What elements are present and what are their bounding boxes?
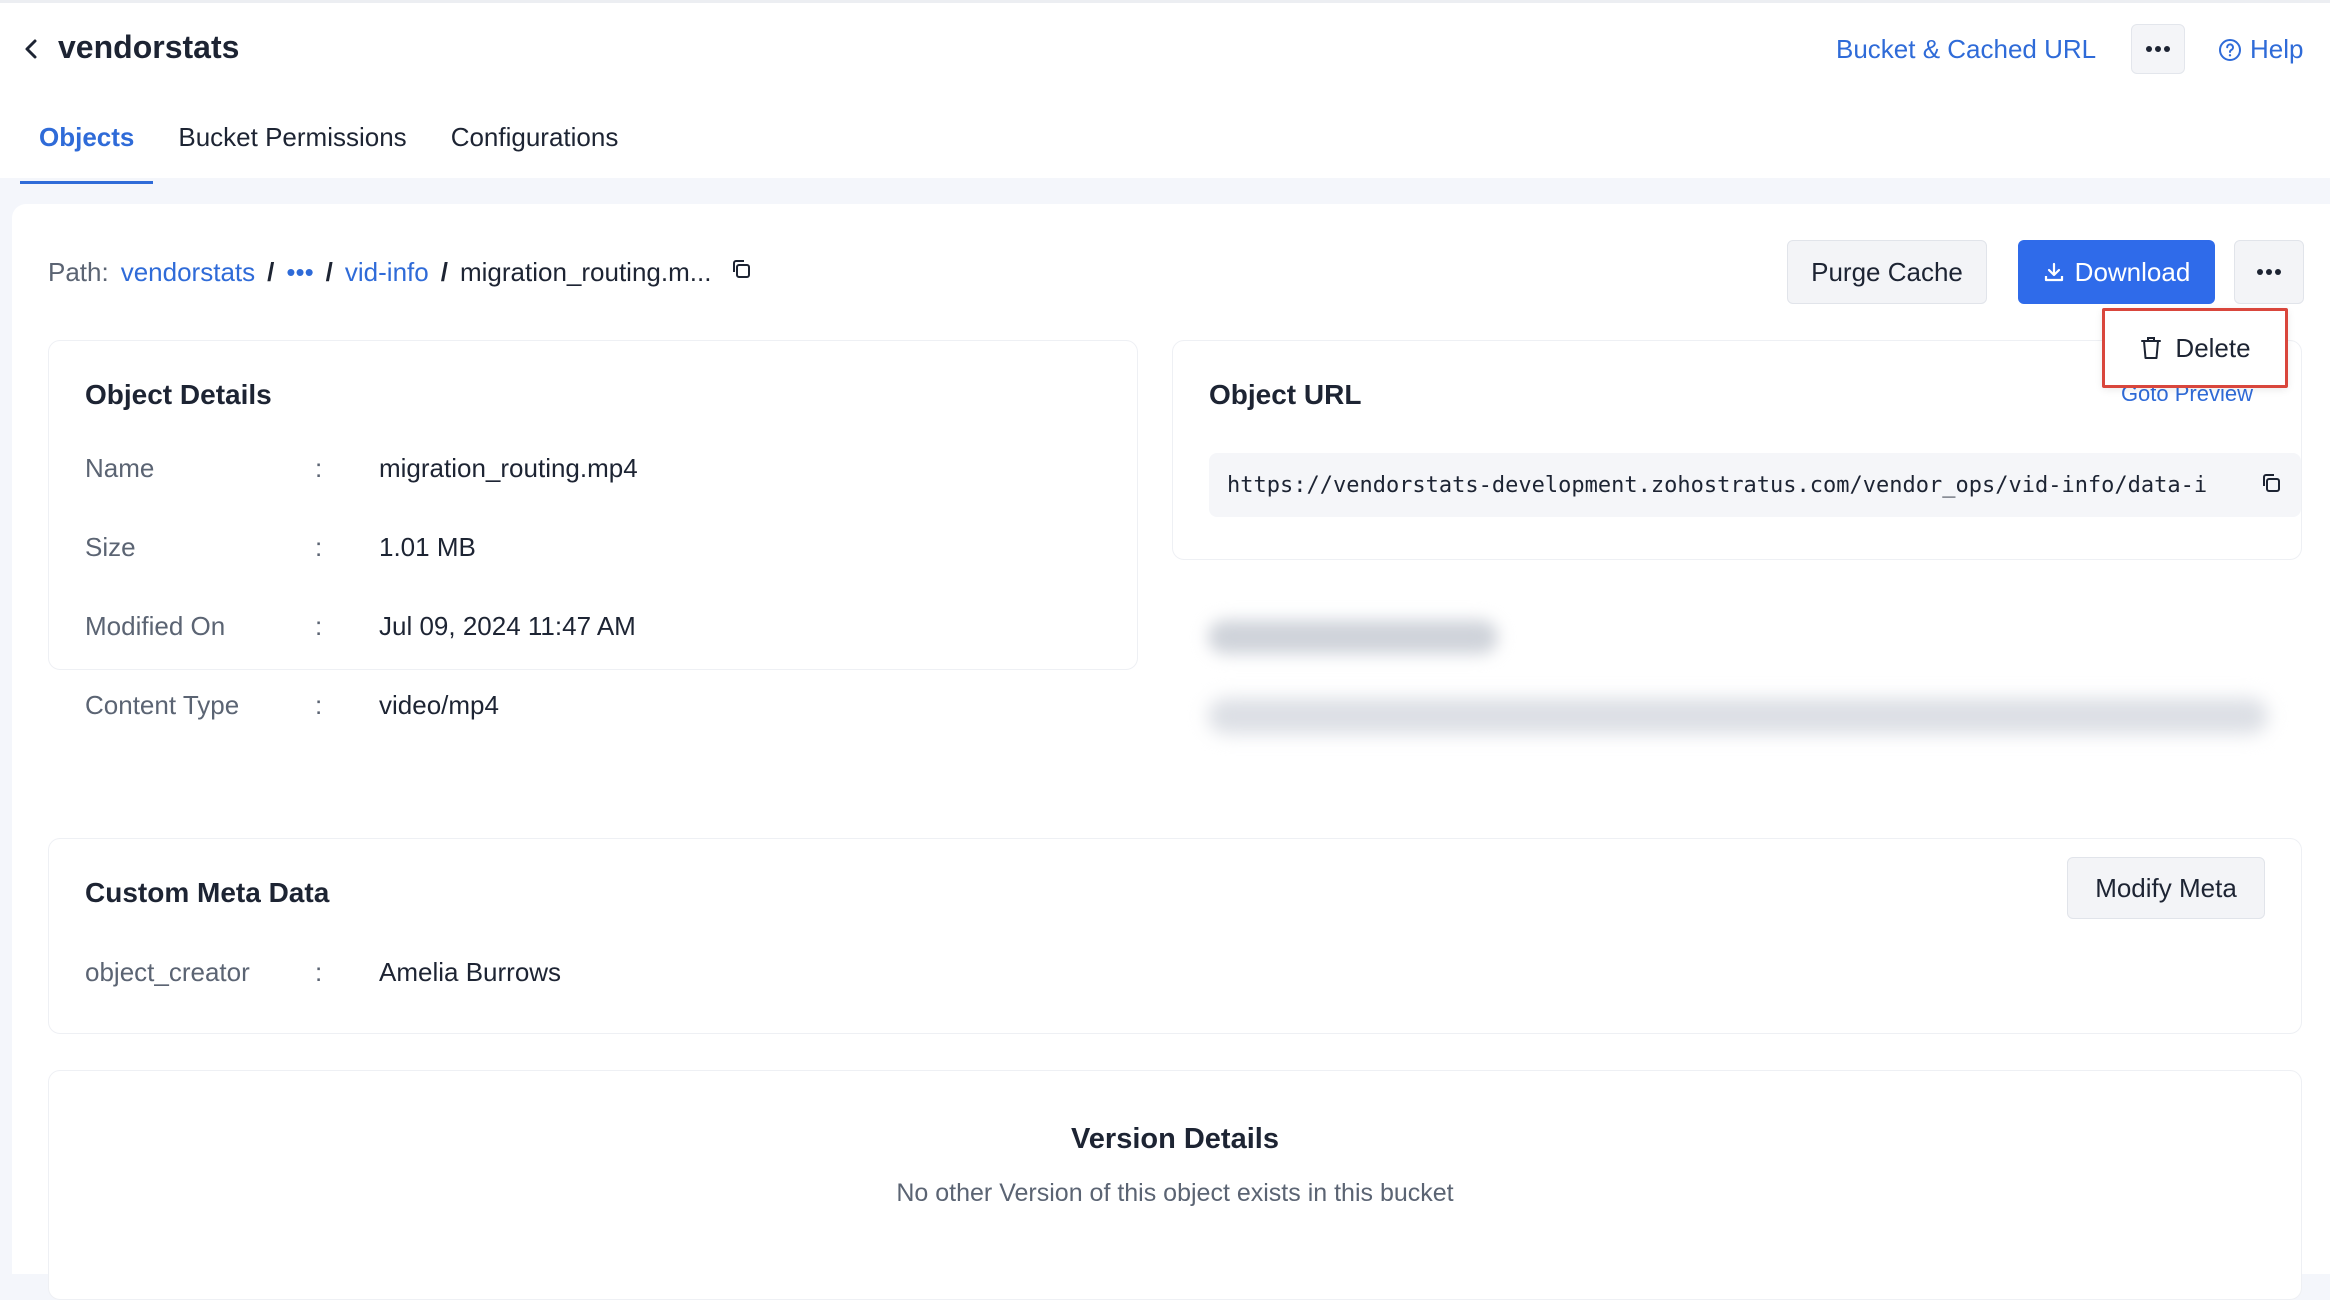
- copy-path-icon[interactable]: [729, 257, 753, 288]
- download-icon: [2044, 262, 2063, 282]
- detail-separator: :: [315, 532, 323, 562]
- object-url-title: Object URL: [1209, 379, 1362, 410]
- detail-value: migration_routing.mp4: [379, 453, 638, 483]
- tab-objects[interactable]: Objects: [20, 109, 154, 184]
- detail-value: video/mp4: [379, 690, 499, 720]
- meta-value: Amelia Burrows: [379, 957, 562, 987]
- breadcrumb-folder-link[interactable]: vid-info: [345, 257, 429, 288]
- delete-label: Delete: [2175, 332, 2251, 363]
- detail-value: 1.01 MB: [379, 532, 476, 562]
- copy-url-icon[interactable]: [2259, 471, 2283, 501]
- more-horizontal-icon: [2257, 269, 2281, 275]
- trash-icon: [2141, 337, 2162, 359]
- blurred-title: [1208, 620, 1498, 654]
- tab-configurations[interactable]: Configurations: [432, 109, 638, 181]
- breadcrumb-ellipsis[interactable]: •••: [286, 257, 313, 288]
- detail-separator: :: [315, 611, 323, 641]
- more-horizontal-icon: [2146, 46, 2170, 52]
- detail-separator: :: [315, 690, 323, 720]
- detail-row-name: Name : migration_routing.mp4: [85, 453, 638, 484]
- tab-bucket-permissions[interactable]: Bucket Permissions: [159, 109, 425, 181]
- version-details-card: Version Details No other Version of this…: [48, 1070, 2302, 1300]
- detail-key: Content Type: [85, 690, 240, 720]
- detail-key: Modified On: [85, 611, 226, 641]
- object-url-text: https://vendorstats-development.zohostra…: [1227, 472, 2207, 498]
- meta-separator: :: [315, 957, 323, 987]
- bucket-cached-url-link[interactable]: Bucket & Cached URL: [1836, 34, 2096, 65]
- purge-cache-button[interactable]: Purge Cache: [1787, 240, 1987, 304]
- custom-meta-title: Custom Meta Data: [85, 877, 330, 908]
- version-details-message: No other Version of this object exists i…: [896, 1179, 1454, 1207]
- actions-more-button[interactable]: [2234, 240, 2304, 304]
- meta-row: object_creator : Amelia Burrows: [85, 957, 561, 988]
- detail-row-content-type: Content Type : video/mp4: [85, 690, 499, 721]
- help-label: Help: [2250, 34, 2304, 64]
- detail-key: Name: [85, 453, 155, 483]
- delete-menu-item[interactable]: Delete: [2105, 311, 2285, 385]
- tab-bar: Objects Bucket Permissions Configuration…: [20, 109, 643, 184]
- modify-meta-button[interactable]: Modify Meta: [2067, 857, 2265, 919]
- detail-row-size: Size : 1.01 MB: [85, 532, 476, 563]
- back-chevron-icon[interactable]: [20, 33, 44, 65]
- detail-row-modified: Modified On : Jul 09, 2024 11:47 AM: [85, 611, 636, 642]
- detail-separator: :: [315, 453, 323, 483]
- meta-key: object_creator: [85, 957, 250, 987]
- blurred-content: [1208, 698, 2268, 734]
- path-label: Path:: [48, 257, 109, 287]
- page-title: vendorstats: [58, 29, 240, 65]
- breadcrumb-root-link[interactable]: vendorstats: [121, 257, 255, 288]
- breadcrumb-separator: /: [267, 257, 275, 287]
- top-bar: vendorstats Bucket & Cached URL Help Obj…: [0, 0, 2330, 184]
- object-panel: Path: vendorstats / ••• / vid-info / mig…: [12, 204, 2330, 1300]
- detail-key: Size: [85, 532, 136, 562]
- download-button[interactable]: Download: [2018, 240, 2215, 304]
- object-url-field: https://vendorstats-development.zohostra…: [1209, 453, 2301, 517]
- breadcrumb-file: migration_routing.m...: [459, 257, 712, 287]
- actions-dropdown: Delete: [2102, 308, 2288, 388]
- custom-meta-card: Custom Meta Data Modify Meta object_crea…: [48, 838, 2302, 1034]
- breadcrumb: Path: vendorstats / ••• / vid-info / mig…: [48, 257, 753, 288]
- detail-value: Jul 09, 2024 11:47 AM: [379, 611, 636, 641]
- download-label: Download: [2074, 256, 2191, 287]
- object-details-title: Object Details: [85, 379, 272, 410]
- help-link[interactable]: Help: [2218, 34, 2303, 65]
- object-details-card: Object Details Name : migration_routing.…: [48, 340, 1138, 720]
- breadcrumb-separator: /: [440, 257, 448, 287]
- breadcrumb-separator: /: [325, 257, 333, 287]
- header-more-button[interactable]: [2131, 24, 2185, 74]
- version-details-title: Version Details: [1071, 1123, 1279, 1155]
- help-circle-icon: [2219, 38, 2241, 61]
